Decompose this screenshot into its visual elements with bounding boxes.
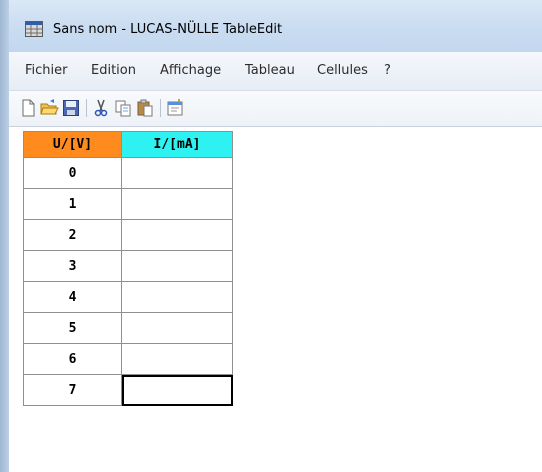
menu-item-help[interactable]: ? — [384, 63, 391, 78]
table-grid-icon — [25, 21, 43, 37]
menu-item-cellules[interactable]: Cellules — [317, 63, 368, 78]
table-area: U/[V] I/[mA] 0 1 2 3 4 5 6 7 — [9, 127, 542, 472]
paste-icon[interactable] — [135, 98, 155, 118]
cell-i[interactable] — [121, 250, 233, 282]
table-row: 2 — [23, 219, 233, 251]
column-header-u[interactable]: U/[V] — [23, 131, 122, 158]
new-document-icon[interactable] — [18, 98, 38, 118]
cell-i[interactable] — [121, 157, 233, 189]
column-header-i[interactable]: I/[mA] — [121, 131, 233, 158]
toolbar-separator — [86, 99, 87, 117]
menu-item-fichier[interactable]: Fichier — [25, 63, 68, 78]
save-disk-icon[interactable] — [61, 98, 81, 118]
menu-item-affichage[interactable]: Affichage — [160, 63, 221, 78]
cell-i[interactable] — [121, 281, 233, 313]
window-title: Sans nom - LUCAS-NÜLLE TableEdit — [53, 22, 283, 37]
cell-u[interactable]: 4 — [23, 281, 122, 313]
table-row: 1 — [23, 188, 233, 220]
properties-icon[interactable] — [165, 98, 185, 118]
cut-scissors-icon[interactable] — [91, 98, 111, 118]
table-row: 3 — [23, 250, 233, 282]
cell-u[interactable]: 5 — [23, 312, 122, 344]
copy-icon[interactable] — [113, 98, 133, 118]
table-row: 5 — [23, 312, 233, 344]
cell-i[interactable] — [121, 343, 233, 375]
toolbar — [9, 91, 542, 127]
cell-i[interactable] — [121, 188, 233, 220]
window-left-frame — [0, 0, 9, 472]
active-cell[interactable] — [121, 374, 233, 406]
table-row: 4 — [23, 281, 233, 313]
cell-u[interactable]: 6 — [23, 343, 122, 375]
table-row: 7 — [23, 374, 233, 406]
title-bar[interactable]: Sans nom - LUCAS-NÜLLE TableEdit — [9, 0, 542, 52]
cell-u[interactable]: 0 — [23, 157, 122, 189]
menu-item-tableau[interactable]: Tableau — [245, 63, 295, 78]
cell-u[interactable]: 3 — [23, 250, 122, 282]
cell-u[interactable]: 1 — [23, 188, 122, 220]
menu-bar: Fichier Edition Affichage Tableau Cellul… — [9, 52, 542, 91]
cell-i[interactable] — [121, 219, 233, 251]
toolbar-separator — [160, 99, 161, 117]
open-folder-icon[interactable] — [39, 98, 59, 118]
cell-i[interactable] — [121, 312, 233, 344]
menu-item-edition[interactable]: Edition — [91, 63, 136, 78]
app-window: Sans nom - LUCAS-NÜLLE TableEdit Fichier… — [0, 0, 542, 472]
data-table: U/[V] I/[mA] 0 1 2 3 4 5 6 7 — [23, 131, 233, 406]
table-row: 0 — [23, 157, 233, 189]
table-row: 6 — [23, 343, 233, 375]
cell-u[interactable]: 7 — [23, 374, 122, 406]
cell-u[interactable]: 2 — [23, 219, 122, 251]
